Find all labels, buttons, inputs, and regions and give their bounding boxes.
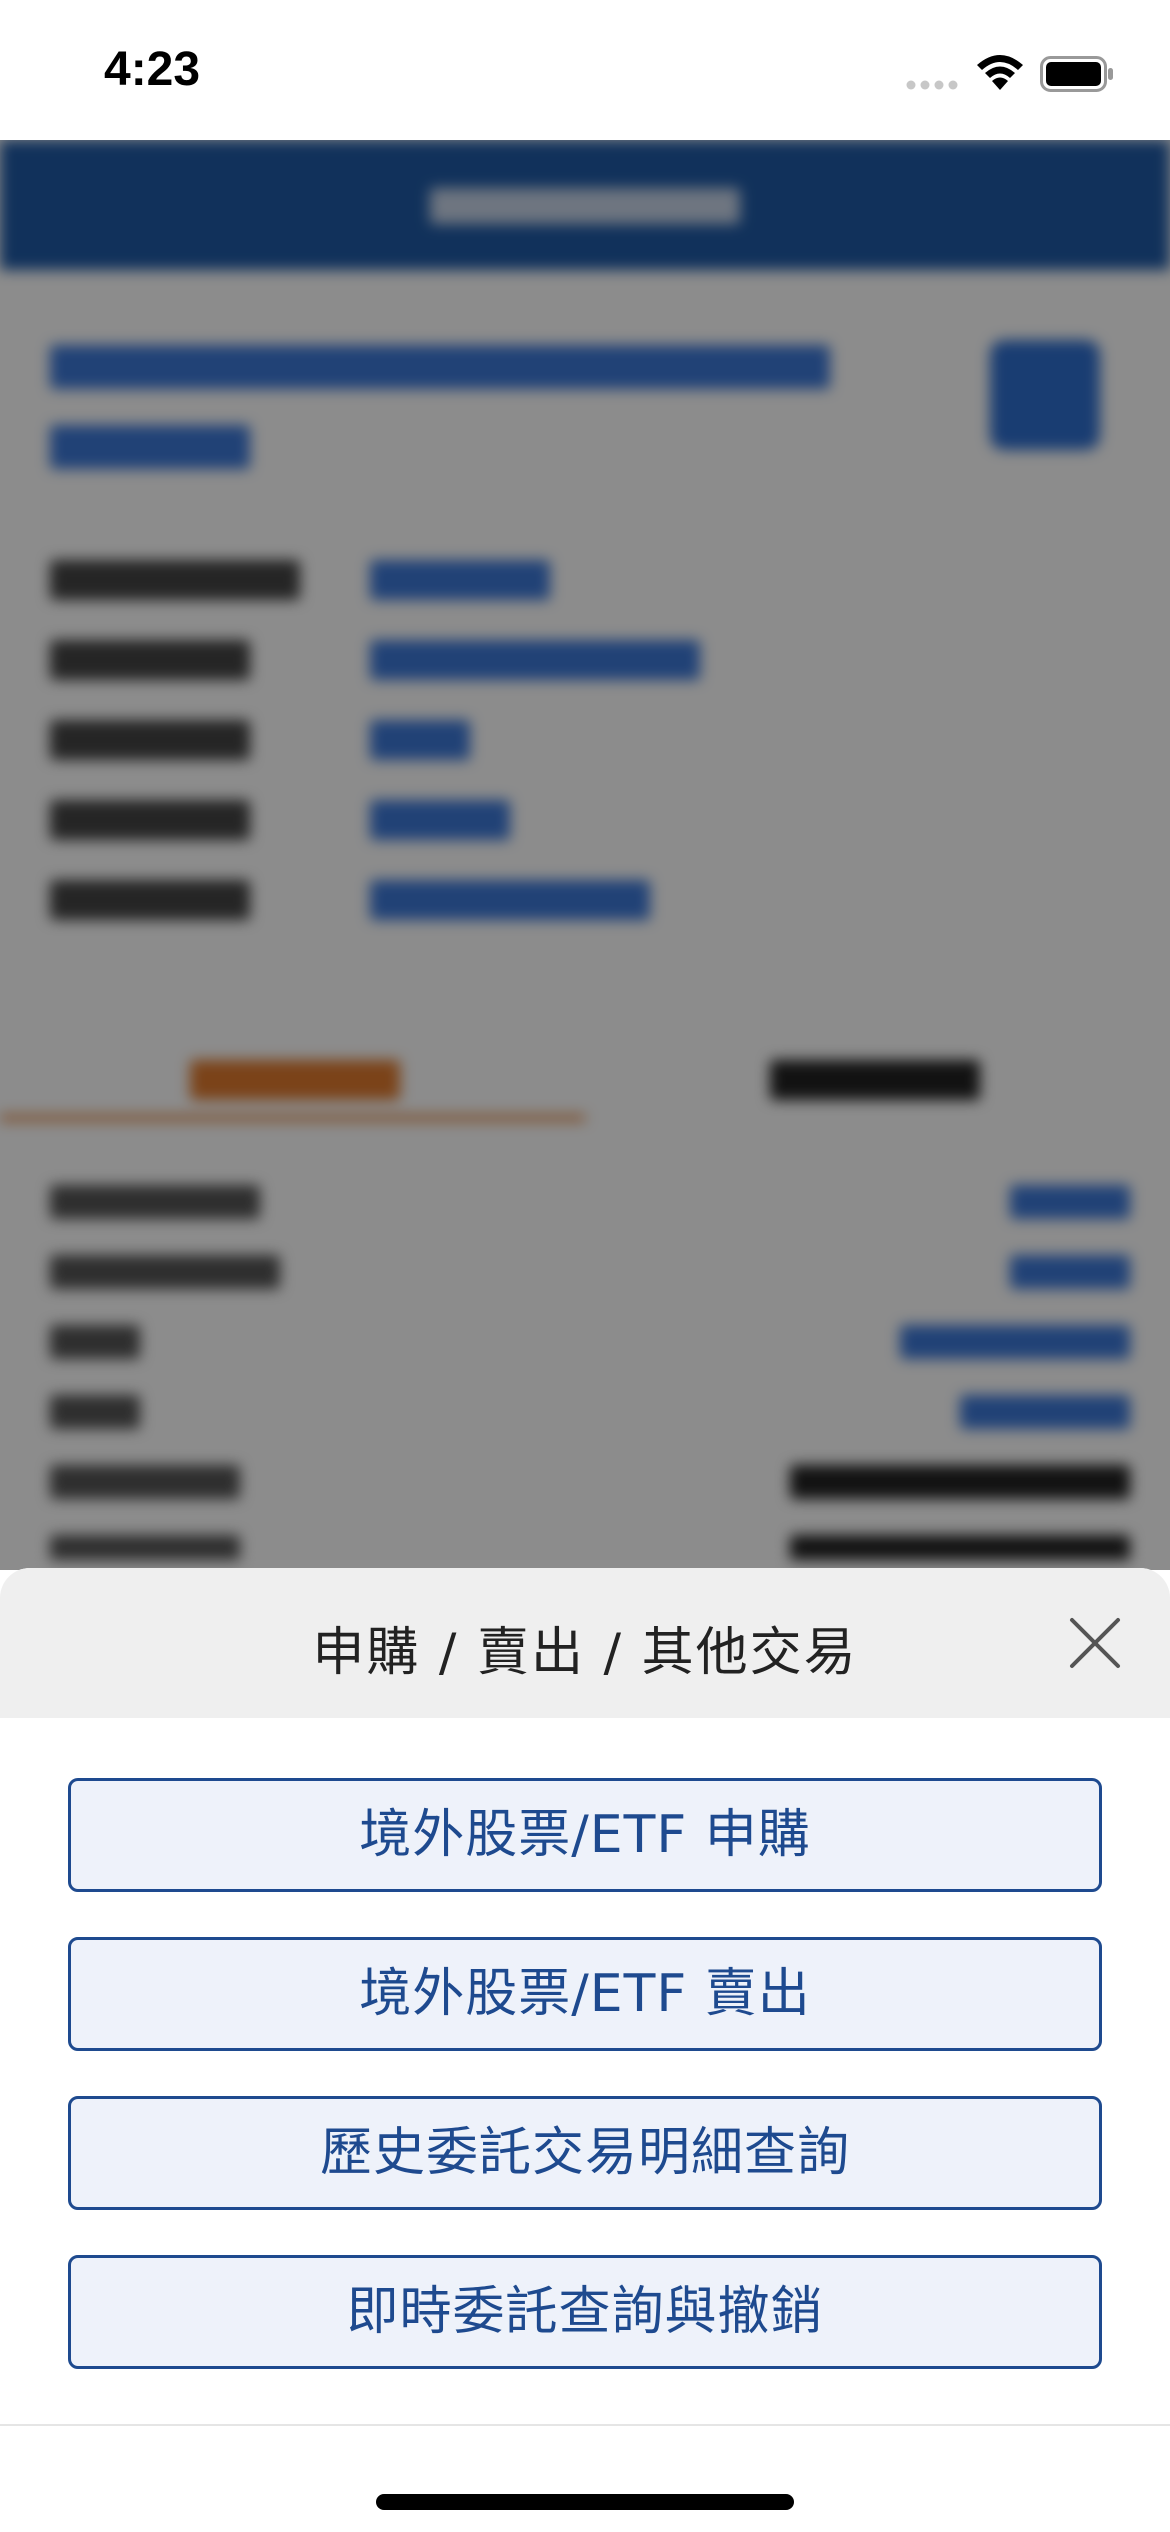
buy-overseas-stock-etf-button[interactable]: 境外股票/ETF 申購 — [68, 1778, 1102, 1892]
cellular-signal-icon — [906, 80, 958, 90]
sheet-body: 境外股票/ETF 申購 境外股票/ETF 賣出 歷史委託交易明細查詢 即時委託查… — [0, 1718, 1170, 2532]
realtime-order-query-cancel-button[interactable]: 即時委託查詢與撤銷 — [68, 2255, 1102, 2369]
trade-action-sheet: 申購 / 賣出 / 其他交易 境外股票/ETF 申購 境外股票/ETF 賣出 歷… — [0, 1568, 1170, 2532]
battery-icon — [1040, 56, 1113, 92]
close-button[interactable] — [1062, 1610, 1128, 1676]
close-icon — [1070, 1618, 1120, 1668]
sell-overseas-stock-etf-button[interactable]: 境外股票/ETF 賣出 — [68, 1937, 1102, 2051]
wifi-icon — [977, 55, 1023, 90]
sheet-divider — [0, 2424, 1170, 2426]
home-indicator[interactable] — [376, 2494, 794, 2510]
sheet-header: 申購 / 賣出 / 其他交易 — [0, 1568, 1170, 1718]
status-bar: 4:23 — [0, 0, 1170, 140]
modal-backdrop[interactable] — [0, 140, 1170, 1570]
status-time: 4:23 — [104, 43, 201, 96]
order-history-query-button[interactable]: 歷史委託交易明細查詢 — [68, 2096, 1102, 2210]
sheet-title: 申購 / 賣出 / 其他交易 — [312, 1623, 858, 1683]
